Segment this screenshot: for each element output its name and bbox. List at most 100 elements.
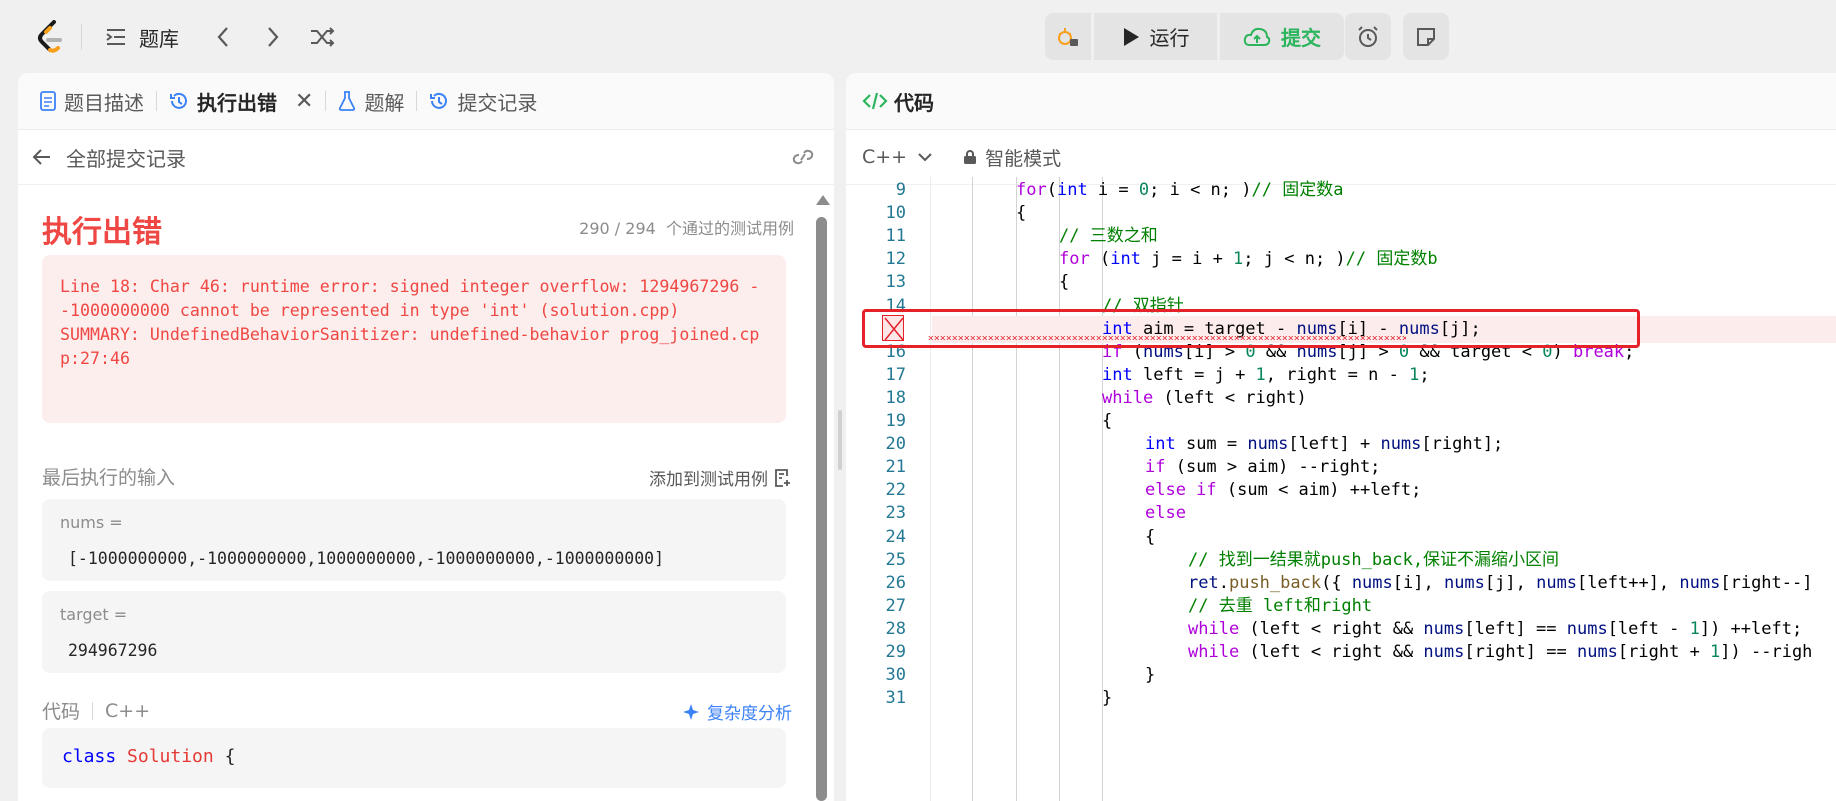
code-token: [left++], xyxy=(1577,572,1680,593)
code-token: i = xyxy=(1087,180,1139,200)
code-token: [right + xyxy=(1617,642,1711,662)
input-name: target = xyxy=(60,605,128,624)
code-editor[interactable]: 9 for(int i = 0; i < n; )// 固定数a 10{11// 三… xyxy=(846,177,1836,801)
input-name: nums = xyxy=(60,513,123,532)
code-token: // 去重 left和right xyxy=(1188,595,1373,616)
code-panel-header: 代码 xyxy=(846,73,1836,130)
prev-problem-button[interactable] xyxy=(208,22,238,52)
debug-button[interactable] xyxy=(1045,13,1091,60)
timer-button[interactable] xyxy=(1345,13,1391,60)
code-token: nums xyxy=(1423,618,1465,639)
code-lang: C++ xyxy=(105,699,151,722)
complexity-label: 复杂度分析 xyxy=(707,704,792,724)
back-to-submissions[interactable]: 全部提交记录 xyxy=(18,130,834,185)
code-token: { xyxy=(1059,272,1070,293)
error-message: Line 18: Char 46: runtime error: signed … xyxy=(42,255,786,423)
code-token: nums xyxy=(1536,572,1578,593)
code-token: nums xyxy=(1679,572,1721,593)
result-panel: 题目描述 执行出错 ✕ 题解 提交记录 全部提交记录 执行出错 290 / 29… xyxy=(18,73,834,801)
code-token: ; i < n; ) xyxy=(1149,180,1252,200)
tab-solutions[interactable]: 题解 xyxy=(338,73,404,130)
code-token: 1 xyxy=(1689,618,1700,639)
panel-resize-handle[interactable] xyxy=(838,410,842,470)
random-problem-button[interactable] xyxy=(308,22,338,52)
back-label: 全部提交记录 xyxy=(66,146,186,171)
divider xyxy=(325,91,327,111)
code-token: [right]; xyxy=(1421,434,1504,455)
code-token: sum = xyxy=(1175,434,1248,455)
run-submit-group: 运行 提交 xyxy=(1045,13,1344,60)
input-target: target = 294967296 xyxy=(42,591,786,673)
add-testcase-label: 添加到测试用例 xyxy=(649,470,768,490)
scrollbar-thumb[interactable] xyxy=(816,217,827,801)
code-label: 代码 xyxy=(42,701,81,723)
close-icon[interactable]: ✕ xyxy=(295,89,313,114)
add-testcase-button[interactable]: 添加到测试用例 xyxy=(649,465,792,490)
code-token: push_back xyxy=(1228,572,1322,593)
tab-description[interactable]: 题目描述 xyxy=(40,73,144,130)
code-brace: { xyxy=(224,746,236,767)
input-value: [-1000000000,-1000000000,1000000000,-100… xyxy=(68,549,665,568)
code-token: , right = n - xyxy=(1265,364,1410,385)
complexity-analysis-button[interactable]: 复杂度分析 xyxy=(681,699,792,724)
language-value: C++ xyxy=(862,146,908,168)
link-icon[interactable] xyxy=(790,146,816,168)
scroll-up-arrow[interactable] xyxy=(816,195,830,205)
input-value: 294967296 xyxy=(68,641,158,660)
code-token: nums xyxy=(1443,572,1485,593)
code-token: int xyxy=(1145,434,1176,455)
run-button[interactable]: 运行 xyxy=(1094,13,1217,60)
code-token: [right] == xyxy=(1464,642,1577,662)
history-icon xyxy=(430,92,448,109)
code-token: while xyxy=(1102,387,1154,408)
code-token: ( xyxy=(1089,249,1111,270)
code-token: [j], xyxy=(1484,572,1537,593)
code-token: (left < right) xyxy=(1153,387,1307,408)
code-token: if xyxy=(1145,457,1166,478)
code-token: [i], xyxy=(1392,572,1444,593)
code-token: (left < right && xyxy=(1239,642,1424,662)
flask-icon xyxy=(339,91,356,111)
tab-runtime-error[interactable]: 执行出错 ✕ xyxy=(169,73,313,130)
play-icon xyxy=(1123,27,1139,46)
code-token: (sum > aim) --right; xyxy=(1165,457,1381,478)
arrow-left-icon xyxy=(32,149,50,165)
next-problem-button[interactable] xyxy=(258,22,288,52)
submit-button[interactable]: 提交 xyxy=(1220,13,1344,60)
code-token: } xyxy=(1145,665,1156,686)
code-token: [left - xyxy=(1607,618,1690,639)
submit-label: 提交 xyxy=(1281,26,1321,50)
tab-label: 题解 xyxy=(364,90,405,115)
code-token: ret xyxy=(1188,572,1219,593)
pass-count-suffix: 个通过的测试用例 xyxy=(665,219,794,238)
code-token: j = i + xyxy=(1140,249,1234,270)
code-token: nums xyxy=(1247,434,1289,455)
code-class-name: Solution xyxy=(127,746,214,767)
logo-icon[interactable] xyxy=(36,20,66,54)
code-token: [left] == xyxy=(1464,618,1567,639)
code-token: (sum < aim) ++left; xyxy=(1216,480,1422,501)
chevron-right-icon xyxy=(268,27,279,47)
history-icon xyxy=(170,92,187,109)
lock-icon xyxy=(964,150,977,164)
code-token: for xyxy=(1016,180,1047,200)
error-glyph-icon[interactable] xyxy=(882,314,904,341)
code-token: nums xyxy=(1566,618,1608,639)
code-token: ]) ++left; xyxy=(1699,618,1803,639)
problem-list-label: 题库 xyxy=(139,26,179,51)
error-line-marker xyxy=(862,308,1640,348)
scrollbar[interactable] xyxy=(814,185,830,801)
notes-button[interactable] xyxy=(1403,13,1449,60)
code-token: while xyxy=(1188,618,1240,639)
code-token: int xyxy=(1102,364,1133,385)
list-icon xyxy=(106,29,125,45)
smart-mode-toggle[interactable]: 智能模式 xyxy=(963,144,1061,171)
problem-list-button[interactable]: 题库 xyxy=(105,22,179,52)
tab-submissions[interactable]: 提交记录 xyxy=(429,73,537,130)
language-select[interactable]: C++ xyxy=(862,146,933,168)
code-token: // 找到一结果就push_back,保证不漏缩小区间 xyxy=(1188,549,1560,570)
cloud-upload-icon xyxy=(1243,27,1271,46)
chevron-left-icon xyxy=(217,27,228,47)
code-line: 31} xyxy=(846,685,1836,712)
code-token: { xyxy=(1102,411,1113,431)
